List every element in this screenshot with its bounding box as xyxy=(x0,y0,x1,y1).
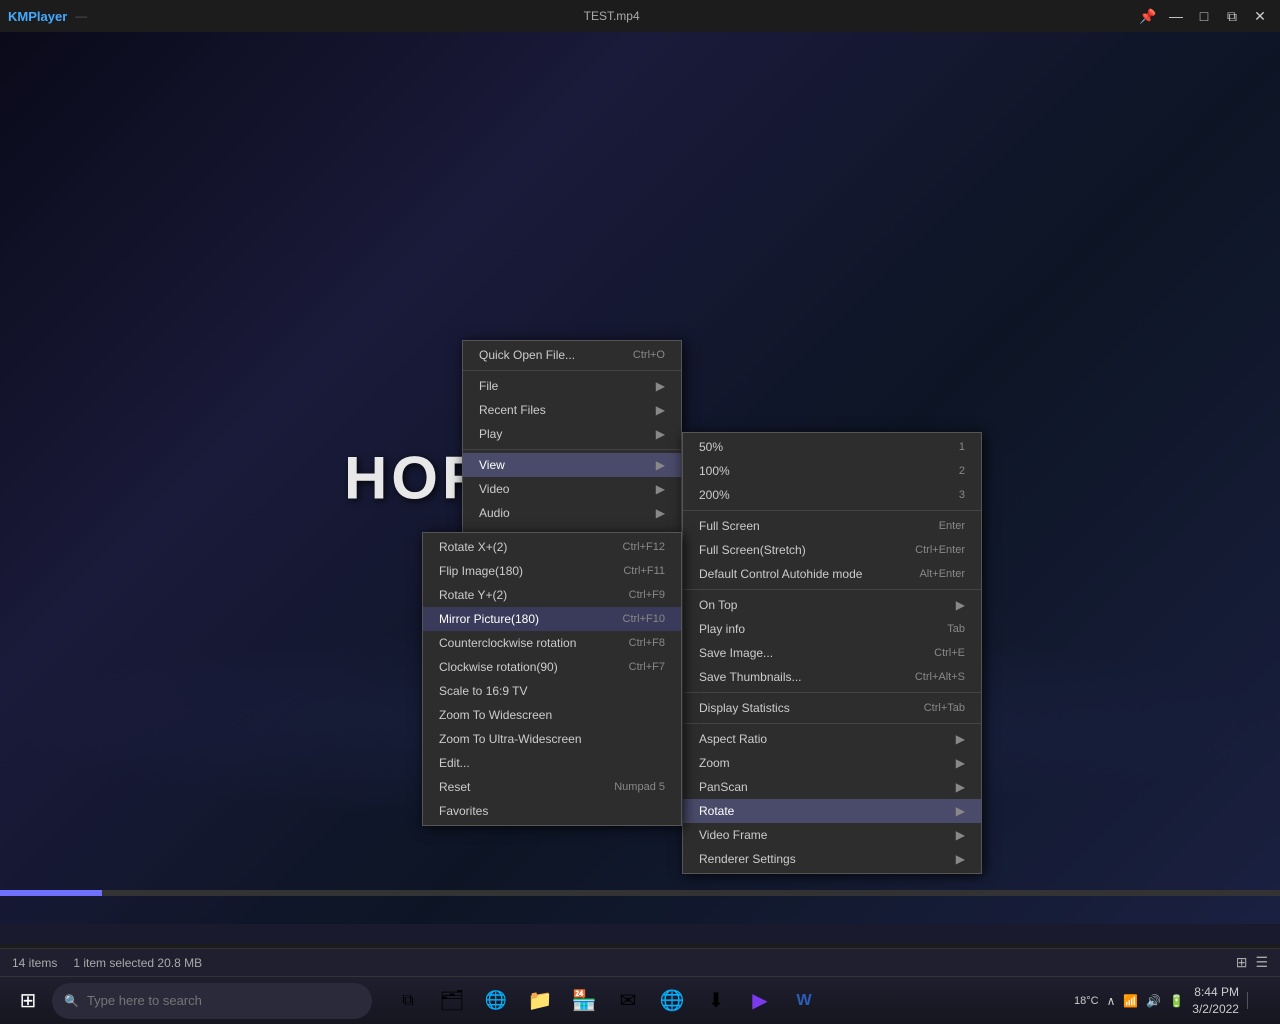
menu-fullscreen[interactable]: Full Screen Enter xyxy=(683,514,981,538)
system-tray: 18°C ∧ 📶 🔊 🔋 8:44 PM 3/2/2022 xyxy=(1066,984,1272,1018)
menu-play-info[interactable]: Play info Tab xyxy=(683,617,981,641)
app-logo: KMPlayer xyxy=(8,9,67,24)
menu-save-image[interactable]: Save Image... Ctrl+E xyxy=(683,641,981,665)
chevron-icon[interactable]: ∧ xyxy=(1107,994,1116,1008)
menu-100pct[interactable]: 100% 2 xyxy=(683,459,981,483)
menu-display-stats[interactable]: Display Statistics Ctrl+Tab xyxy=(683,696,981,720)
taskbar-files[interactable]: 🗂 xyxy=(432,981,472,1021)
menu-video-frame[interactable]: Video Frame ▶ xyxy=(683,823,981,847)
pin-button[interactable]: 📌 xyxy=(1136,4,1160,28)
menu-sep-2 xyxy=(463,449,681,450)
sys-tray-icons: 18°C ∧ 📶 🔊 🔋 8:44 PM 3/2/2022 xyxy=(1066,984,1272,1018)
menu-panscan[interactable]: PanScan ▶ xyxy=(683,775,981,799)
menu-zoom[interactable]: Zoom ▶ xyxy=(683,751,981,775)
menu-play[interactable]: Play ▶ xyxy=(463,422,681,446)
titlebar-controls: 📌 — □ ⧉ ✕ xyxy=(1136,4,1272,28)
search-icon: 🔍 xyxy=(64,994,79,1008)
menu-rotate-x[interactable]: Rotate X+(2) Ctrl+F12 xyxy=(423,535,681,559)
show-desktop[interactable] xyxy=(1247,992,1264,1009)
logo-dash: — xyxy=(75,9,87,23)
menu-favorites-rot[interactable]: Favorites xyxy=(423,799,681,823)
battery-icon: 🔋 xyxy=(1169,994,1184,1008)
search-bar[interactable]: 🔍 xyxy=(52,983,372,1019)
menu-200pct[interactable]: 200% 3 xyxy=(683,483,981,507)
view-sep-3 xyxy=(683,692,981,693)
file-title: TEST.mp4 xyxy=(584,9,640,23)
temp-icon: 18°C xyxy=(1074,995,1099,1007)
volume-icon[interactable]: 🔊 xyxy=(1146,994,1161,1008)
menu-view[interactable]: View ▶ xyxy=(463,453,681,477)
taskview-btn[interactable]: ⧉ xyxy=(388,981,428,1021)
menu-save-thumbnails[interactable]: Save Thumbnails... Ctrl+Alt+S xyxy=(683,665,981,689)
menu-rotate[interactable]: Rotate ▶ xyxy=(683,799,981,823)
close-button[interactable]: ✕ xyxy=(1248,4,1272,28)
taskbar-explorer[interactable]: 📁 xyxy=(520,981,560,1021)
menu-video[interactable]: Video ▶ xyxy=(463,477,681,501)
taskbar-media[interactable]: ▶ xyxy=(740,981,780,1021)
selected-info: 1 item selected 20.8 MB xyxy=(73,956,202,970)
context-menu-rotate: Rotate X+(2) Ctrl+F12 Flip Image(180) Ct… xyxy=(422,532,682,826)
menu-cw-rotation[interactable]: Clockwise rotation(90) Ctrl+F7 xyxy=(423,655,681,679)
menu-renderer-settings[interactable]: Renderer Settings ▶ xyxy=(683,847,981,871)
menu-rotate-y[interactable]: Rotate Y+(2) Ctrl+F9 xyxy=(423,583,681,607)
taskbar-edge[interactable]: 🌐 xyxy=(476,981,516,1021)
menu-zoom-ultra-widescreen[interactable]: Zoom To Ultra-Widescreen xyxy=(423,727,681,751)
taskbar-word[interactable]: W xyxy=(784,981,824,1021)
file-status-bar: 14 items 1 item selected 20.8 MB ⊞ ☰ xyxy=(0,948,1280,976)
view-grid-btn[interactable]: ⊞ xyxy=(1236,954,1248,971)
menu-recent-files[interactable]: Recent Files ▶ xyxy=(463,398,681,422)
view-list-btn[interactable]: ☰ xyxy=(1255,954,1268,971)
menu-ccw-rotation[interactable]: Counterclockwise rotation Ctrl+F8 xyxy=(423,631,681,655)
menu-quick-open[interactable]: Quick Open File... Ctrl+O xyxy=(463,343,681,367)
items-count: 14 items xyxy=(12,956,57,970)
menu-on-top[interactable]: On Top ▶ xyxy=(683,593,981,617)
view-sep-1 xyxy=(683,510,981,511)
context-menu-view: 50% 1 100% 2 200% 3 Full Screen Enter Fu… xyxy=(682,432,982,874)
progress-bar[interactable] xyxy=(0,890,1280,896)
clock: 8:44 PM 3/2/2022 xyxy=(1192,984,1239,1018)
menu-aspect-ratio[interactable]: Aspect Ratio ▶ xyxy=(683,727,981,751)
menu-mirror-picture[interactable]: Mirror Picture(180) Ctrl+F10 xyxy=(423,607,681,631)
view-sep-4 xyxy=(683,723,981,724)
minimize-button[interactable]: — xyxy=(1164,4,1188,28)
menu-reset[interactable]: Reset Numpad 5 xyxy=(423,775,681,799)
taskbar-mail[interactable]: ✉ xyxy=(608,981,648,1021)
menu-file[interactable]: File ▶ xyxy=(463,374,681,398)
title-bar: KMPlayer — TEST.mp4 📌 — □ ⧉ ✕ xyxy=(0,0,1280,32)
taskbar-store[interactable]: 🏪 xyxy=(564,981,604,1021)
view-sep-2 xyxy=(683,589,981,590)
clock-time: 8:44 PM xyxy=(1192,984,1239,1001)
menu-scale-169[interactable]: Scale to 16:9 TV xyxy=(423,679,681,703)
menu-edit[interactable]: Edit... xyxy=(423,751,681,775)
maximize-button[interactable]: □ xyxy=(1192,4,1216,28)
menu-50pct[interactable]: 50% 1 xyxy=(683,435,981,459)
taskbar-dl[interactable]: ⬇ xyxy=(696,981,736,1021)
menu-flip-image[interactable]: Flip Image(180) Ctrl+F11 xyxy=(423,559,681,583)
menu-autohide[interactable]: Default Control Autohide mode Alt+Enter xyxy=(683,562,981,586)
resize-button[interactable]: ⧉ xyxy=(1220,4,1244,28)
menu-fullscreen-stretch[interactable]: Full Screen(Stretch) Ctrl+Enter xyxy=(683,538,981,562)
network-icon: 📶 xyxy=(1123,994,1138,1008)
start-button[interactable]: ⊞ xyxy=(8,981,48,1021)
progress-fill xyxy=(0,890,102,896)
clock-date: 3/2/2022 xyxy=(1192,1001,1239,1018)
taskbar-chrome[interactable]: 🌐 xyxy=(652,981,692,1021)
titlebar-left: KMPlayer — xyxy=(8,9,87,24)
search-input[interactable] xyxy=(87,993,287,1008)
taskbar: ⊞ 🔍 ⧉ 🗂 🌐 📁 🏪 ✉ 🌐 ⬇ ▶ W 18°C ∧ 📶 🔊 🔋 8:4… xyxy=(0,976,1280,1024)
menu-audio[interactable]: Audio ▶ xyxy=(463,501,681,525)
menu-zoom-widescreen[interactable]: Zoom To Widescreen xyxy=(423,703,681,727)
menu-sep-1 xyxy=(463,370,681,371)
